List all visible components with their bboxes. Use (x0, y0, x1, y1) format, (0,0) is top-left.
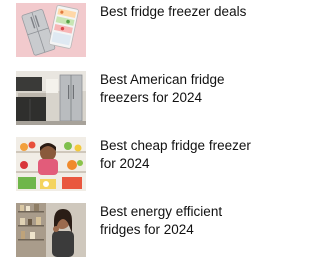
article-link-american-fridge-freezers[interactable]: Best American fridge freezers for 2024 (16, 71, 256, 125)
american-fridge-kitchen-thumbnail (16, 71, 86, 125)
fridge-freezer-deals-thumbnail (16, 3, 86, 57)
article-title[interactable]: Best cheap fridge freezer for 2024 (100, 137, 260, 173)
related-articles-list: Best fridge freezer deals Best American … (0, 0, 257, 257)
article-link-cheap-fridge-freezer[interactable]: Best cheap fridge freezer for 2024 (16, 137, 256, 191)
article-link-energy-efficient-fridges[interactable]: Best energy efficient fridges for 2024 (16, 203, 256, 257)
woman-in-kitchen-thumbnail (16, 203, 86, 257)
article-link-fridge-freezer-deals[interactable]: Best fridge freezer deals (16, 3, 256, 57)
article-title[interactable]: Best fridge freezer deals (100, 3, 260, 21)
article-title[interactable]: Best energy efficient fridges for 2024 (100, 203, 260, 239)
article-title[interactable]: Best American fridge freezers for 2024 (100, 71, 260, 107)
fridge-fruit-woman-thumbnail (16, 137, 86, 191)
